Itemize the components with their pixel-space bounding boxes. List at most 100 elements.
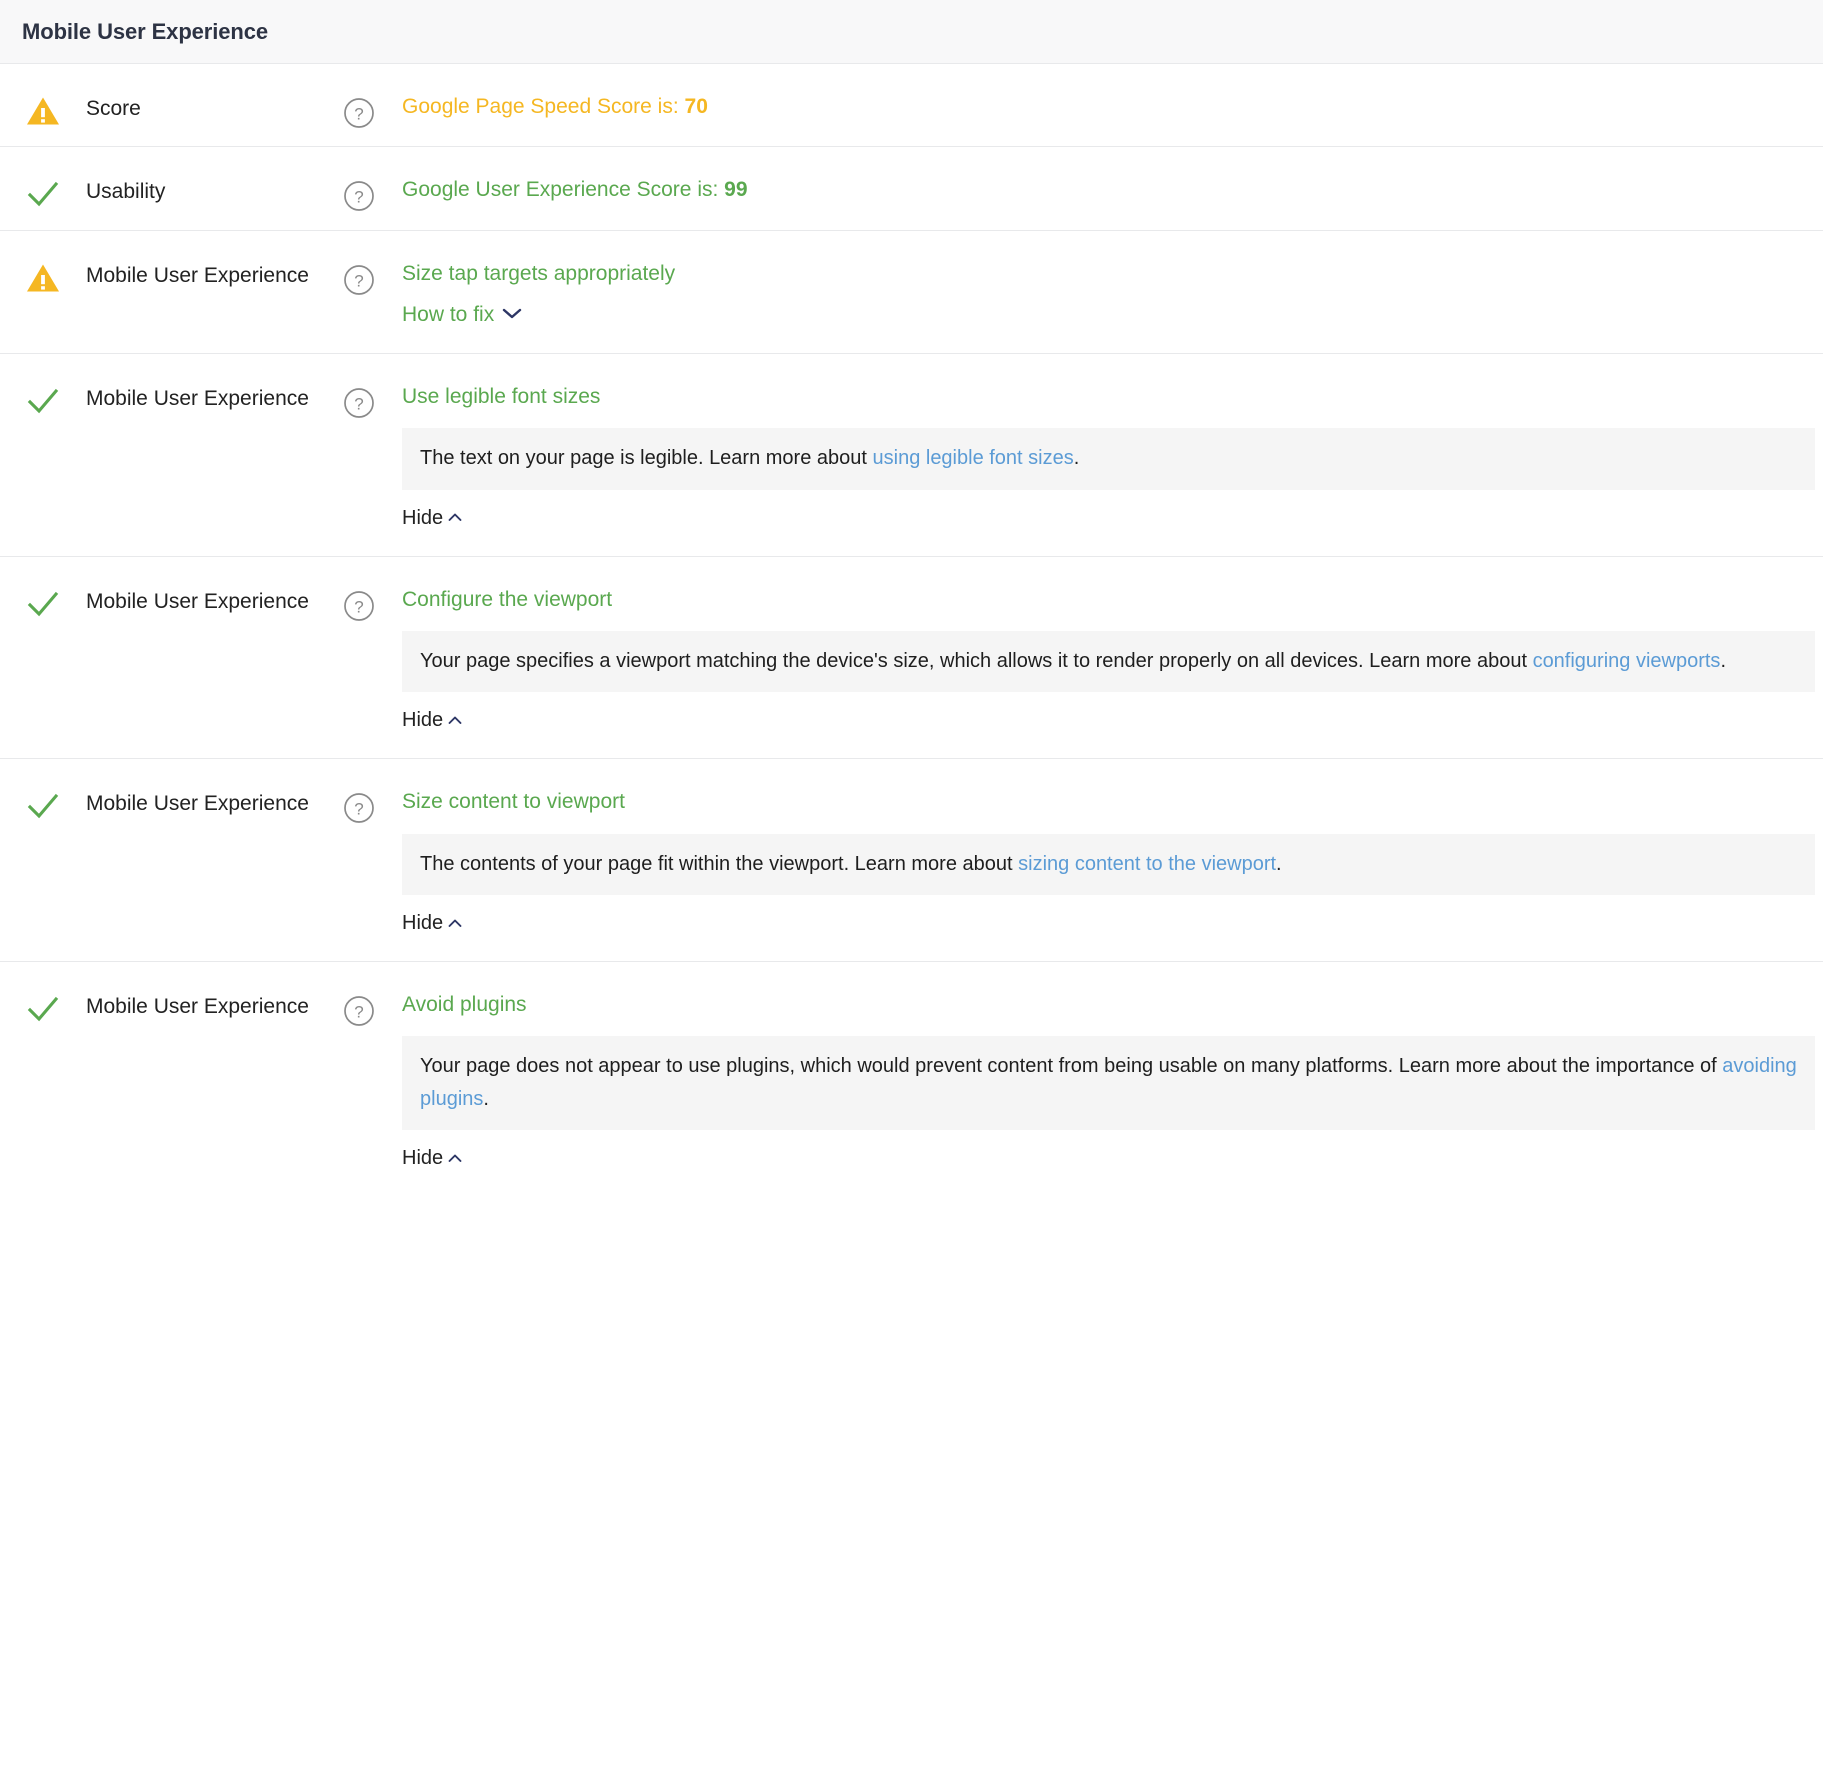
warning-triangle-icon — [27, 97, 59, 125]
category-label: Mobile User Experience — [86, 386, 309, 410]
svg-text:?: ? — [354, 597, 363, 616]
audit-row: Score? Google Page Speed Score is: 70 — [0, 64, 1823, 148]
audit-content: Configure the viewport Your page specifie… — [402, 557, 1823, 759]
hide-label: Hide — [402, 1147, 444, 1170]
hide-toggle[interactable]: Hide — [402, 507, 463, 530]
audit-content: Google Page Speed Score is: 70 — [402, 64, 1823, 146]
help-cell[interactable]: ? — [316, 557, 402, 622]
audit-content: Avoid plugins Your page does not appear t… — [402, 962, 1823, 1196]
category-label: Mobile User Experience — [86, 589, 309, 613]
hide-toggle[interactable]: Hide — [402, 912, 463, 935]
page-title: Mobile User Experience — [22, 18, 269, 44]
help-cell[interactable]: ? — [316, 962, 402, 1027]
chevron-up-icon — [448, 513, 462, 522]
audit-row: Mobile User Experience? Size content to v… — [0, 759, 1823, 962]
description-text: . — [1073, 447, 1080, 470]
audit-headline[interactable]: Configure the viewport — [402, 586, 1815, 613]
help-circle-icon[interactable]: ? — [343, 97, 375, 129]
help-cell[interactable]: ? — [316, 759, 402, 824]
score-value: 99 — [724, 178, 748, 202]
svg-text:?: ? — [354, 188, 363, 207]
audit-headline[interactable]: Use legible font sizes — [402, 383, 1815, 410]
hide-label: Hide — [402, 506, 444, 529]
chevron-up-icon — [448, 716, 462, 724]
headline-text: Google Page Speed Score is: — [402, 95, 685, 118]
check-icon — [27, 996, 59, 1022]
description-text: . — [1276, 852, 1282, 875]
status-cell — [0, 354, 86, 416]
help-cell[interactable]: ? — [316, 354, 402, 419]
audit-description: Your page specifies a viewport matching … — [402, 630, 1815, 693]
audit-content: Use legible font sizes The text on your p… — [402, 354, 1823, 556]
status-cell — [0, 231, 86, 293]
panel-header: Mobile User Experience — [0, 0, 1823, 64]
category-label: Usability — [86, 180, 166, 204]
audit-description: Your page does not appear to use plugins… — [402, 1036, 1815, 1131]
check-icon — [27, 591, 59, 616]
audit-row: Mobile User Experience? Avoid plugins Your… — [0, 961, 1823, 1197]
learn-more-link[interactable]: using legible font sizes — [873, 447, 1074, 469]
warning-triangle-icon — [27, 264, 59, 292]
audit-headline: Google Page Speed Score is: 70 — [402, 93, 1815, 120]
status-cell — [0, 962, 86, 1024]
description-text: . — [1720, 649, 1726, 672]
audit-headline[interactable]: Size content to viewport — [402, 788, 1815, 815]
audit-headline[interactable]: Size tap targets appropriately — [402, 260, 1815, 287]
check-icon — [27, 794, 59, 819]
audit-row: Mobile User Experience? Size tap targets … — [0, 230, 1823, 354]
svg-text:?: ? — [354, 1002, 363, 1021]
audit-row: Mobile User Experience? Use legible font … — [0, 353, 1823, 557]
audit-content: Size tap targets appropriately How to fix — [402, 231, 1823, 353]
status-cell — [0, 557, 86, 619]
check-icon — [27, 182, 59, 207]
chevron-down-icon — [503, 309, 522, 319]
status-cell — [0, 64, 86, 126]
description-text: Your page specifies a viewport matching … — [420, 649, 1533, 672]
audit-description: The contents of your page fit within the… — [402, 833, 1815, 895]
help-cell[interactable]: ? — [316, 231, 402, 296]
mobile-user-experience-panel: Mobile User Experience Score? Google Page… — [0, 0, 1823, 1779]
category-label: Score — [86, 97, 141, 120]
category-label: Mobile User Experience — [86, 994, 309, 1018]
help-circle-icon[interactable]: ? — [343, 264, 375, 296]
audit-headline: Google User Experience Score is: 99 — [402, 176, 1815, 203]
audit-content: Size content to viewport The contents of … — [402, 759, 1823, 961]
help-cell[interactable]: ? — [316, 64, 402, 129]
help-circle-icon[interactable]: ? — [343, 387, 375, 419]
category-label: Mobile User Experience — [86, 792, 309, 816]
status-cell — [0, 759, 86, 821]
help-circle-icon[interactable]: ? — [343, 995, 375, 1027]
audit-description: The text on your page is legible. Learn … — [402, 428, 1815, 490]
help-circle-icon[interactable]: ? — [343, 590, 375, 622]
help-circle-icon[interactable]: ? — [343, 792, 375, 824]
help-circle-icon[interactable]: ? — [343, 180, 375, 212]
check-icon — [27, 388, 59, 414]
description-text: The text on your page is legible. Learn … — [420, 447, 873, 470]
svg-text:?: ? — [354, 271, 363, 290]
learn-more-link[interactable]: configuring viewports — [1533, 650, 1721, 672]
hide-label: Hide — [402, 709, 444, 732]
audit-rows-list: Score? Google Page Speed Score is: 70 Usab… — [0, 64, 1823, 1197]
chevron-up-icon — [448, 1154, 462, 1162]
svg-text:?: ? — [354, 394, 363, 413]
headline-text: Google User Experience Score is: — [402, 178, 725, 202]
help-cell[interactable]: ? — [316, 147, 402, 212]
audit-row: Usability? Google User Experience Score i… — [0, 147, 1823, 231]
score-value: 70 — [684, 95, 708, 118]
how-to-fix-toggle[interactable]: How to fix — [402, 303, 523, 327]
svg-text:?: ? — [354, 800, 363, 819]
hide-label: Hide — [402, 911, 444, 934]
audit-content: Google User Experience Score is: 99 — [402, 147, 1823, 229]
description-text: . — [483, 1087, 489, 1110]
category-label: Mobile User Experience — [86, 263, 309, 287]
how-to-fix-label: How to fix — [402, 302, 495, 326]
learn-more-link[interactable]: sizing content to the viewport — [1018, 853, 1276, 875]
chevron-up-icon — [448, 919, 462, 927]
hide-toggle[interactable]: Hide — [402, 709, 463, 732]
svg-text:?: ? — [354, 105, 363, 124]
hide-toggle[interactable]: Hide — [402, 1147, 463, 1170]
audit-row: Mobile User Experience? Configure the vie… — [0, 556, 1823, 760]
description-text: The contents of your page fit within the… — [420, 852, 1019, 875]
audit-headline[interactable]: Avoid plugins — [402, 991, 1815, 1018]
status-cell — [0, 147, 86, 209]
